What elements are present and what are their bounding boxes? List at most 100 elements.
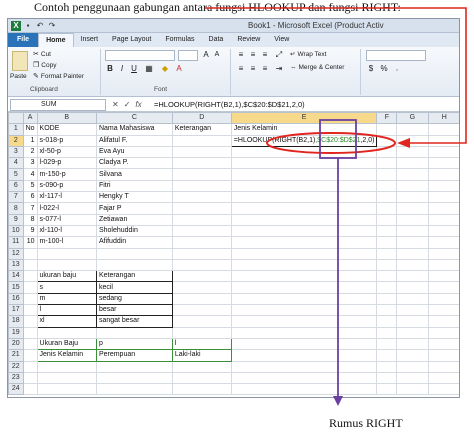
row-header[interactable]: 1 bbox=[8, 123, 24, 136]
cell-e13[interactable] bbox=[230, 258, 378, 272]
align-middle-icon[interactable]: ≡ bbox=[248, 50, 258, 60]
cell-a7[interactable]: 6 bbox=[22, 191, 38, 204]
cell-g18[interactable] bbox=[396, 315, 429, 328]
cell-a2[interactable]: 1 bbox=[22, 134, 38, 147]
cell-c9[interactable]: Zetiawan bbox=[95, 213, 173, 226]
cell-b23[interactable] bbox=[36, 371, 97, 385]
number-format-select[interactable] bbox=[366, 50, 426, 61]
tab-file[interactable]: File bbox=[8, 33, 39, 47]
cell-d21[interactable]: Laki-laki bbox=[171, 349, 232, 362]
cell-h19[interactable] bbox=[427, 326, 459, 339]
italic-button[interactable]: I bbox=[117, 64, 127, 74]
column-header-g[interactable]: G bbox=[396, 111, 429, 125]
row-header[interactable]: 14 bbox=[8, 270, 24, 283]
cell-c7[interactable]: Hengky T bbox=[95, 191, 173, 204]
cell-d10[interactable] bbox=[171, 224, 232, 238]
tab-page-layout[interactable]: Page Layout bbox=[105, 33, 158, 47]
enter-icon[interactable]: ✓ bbox=[124, 99, 131, 111]
row-header[interactable]: 4 bbox=[8, 157, 24, 170]
tab-review[interactable]: Review bbox=[230, 33, 267, 47]
cell-a10[interactable]: 9 bbox=[22, 224, 38, 238]
underline-button[interactable]: U bbox=[129, 64, 139, 74]
cell-c21[interactable]: Perempuan bbox=[95, 349, 173, 362]
cell-e21[interactable] bbox=[230, 349, 378, 362]
cell-f3[interactable] bbox=[376, 145, 398, 159]
cell-h1[interactable] bbox=[427, 123, 459, 136]
bold-button[interactable]: B bbox=[105, 64, 115, 74]
cell-c14[interactable]: Keterangan bbox=[95, 270, 173, 283]
cell-b18[interactable]: xl bbox=[36, 315, 97, 328]
cell-e4[interactable] bbox=[230, 157, 378, 170]
cell-d6[interactable] bbox=[171, 179, 232, 193]
cell-e19[interactable] bbox=[230, 326, 378, 339]
borders-icon[interactable]: ▦ bbox=[144, 64, 154, 74]
align-left-icon[interactable]: ≡ bbox=[236, 64, 246, 74]
cell-h9[interactable] bbox=[427, 213, 459, 226]
cell-h10[interactable] bbox=[427, 224, 459, 238]
cell-h6[interactable] bbox=[427, 179, 459, 193]
cell-f2[interactable] bbox=[376, 134, 398, 147]
cell-a20[interactable] bbox=[22, 337, 38, 351]
paste-icon[interactable] bbox=[12, 51, 28, 71]
cell-f5[interactable] bbox=[376, 168, 398, 181]
cell-d12[interactable] bbox=[171, 247, 232, 260]
cell-c4[interactable]: Cladya P. bbox=[95, 157, 173, 170]
cell-f19[interactable] bbox=[376, 326, 398, 339]
cell-a18[interactable] bbox=[22, 315, 38, 328]
cell-h11[interactable] bbox=[427, 236, 459, 249]
cell-b24[interactable] bbox=[36, 383, 97, 396]
cell-a11[interactable]: 10 bbox=[22, 236, 38, 249]
cell-d3[interactable] bbox=[171, 145, 232, 159]
cell-f23[interactable] bbox=[376, 371, 398, 385]
cell-d13[interactable] bbox=[171, 258, 232, 272]
font-size-select[interactable] bbox=[178, 50, 198, 61]
tab-insert[interactable]: Insert bbox=[74, 33, 106, 47]
cell-a22[interactable] bbox=[22, 360, 38, 373]
cell-h20[interactable] bbox=[427, 337, 459, 351]
cell-f22[interactable] bbox=[376, 360, 398, 373]
cell-b11[interactable]: m-100-l bbox=[36, 236, 97, 249]
cell-c6[interactable]: Fitri bbox=[95, 179, 173, 193]
cell-d5[interactable] bbox=[171, 168, 232, 181]
cell-e6[interactable] bbox=[230, 179, 378, 193]
cell-e9[interactable] bbox=[230, 213, 378, 226]
cut-button[interactable]: ✂ Cut bbox=[33, 50, 51, 59]
cell-e10[interactable] bbox=[230, 224, 378, 238]
cell-g19[interactable] bbox=[396, 326, 429, 339]
cell-g6[interactable] bbox=[396, 179, 429, 193]
indent-icon[interactable]: ⇥ bbox=[274, 64, 284, 74]
cell-a6[interactable]: 5 bbox=[22, 179, 38, 193]
cell-g9[interactable] bbox=[396, 213, 429, 226]
shrink-font-icon[interactable]: A bbox=[212, 50, 222, 60]
cell-f16[interactable] bbox=[376, 292, 398, 306]
cell-e17[interactable] bbox=[230, 304, 378, 317]
cell-b7[interactable]: xl-117-l bbox=[36, 191, 97, 204]
cell-d19[interactable] bbox=[171, 326, 232, 339]
cell-f7[interactable] bbox=[376, 191, 398, 204]
cell-h12[interactable] bbox=[427, 247, 459, 260]
cell-c19[interactable] bbox=[95, 326, 173, 339]
cell-c18[interactable]: sangat besar bbox=[95, 315, 173, 328]
column-header-b[interactable]: B bbox=[36, 111, 97, 125]
cell-h13[interactable] bbox=[427, 258, 459, 272]
cell-e22[interactable] bbox=[230, 360, 378, 373]
row-header[interactable]: 8 bbox=[8, 202, 24, 215]
row-header[interactable]: 7 bbox=[8, 191, 24, 204]
cell-h4[interactable] bbox=[427, 157, 459, 170]
cell-d14[interactable] bbox=[171, 270, 232, 283]
cell-h8[interactable] bbox=[427, 202, 459, 215]
cell-f1[interactable] bbox=[376, 123, 398, 136]
cell-b16[interactable]: m bbox=[36, 292, 97, 306]
select-all-corner[interactable] bbox=[8, 111, 24, 125]
row-header[interactable]: 16 bbox=[8, 292, 24, 306]
cell-e20[interactable] bbox=[230, 337, 378, 351]
cell-d23[interactable] bbox=[171, 371, 232, 385]
cell-h2[interactable] bbox=[427, 134, 459, 147]
cell-b9[interactable]: s-077-l bbox=[36, 213, 97, 226]
tab-view[interactable]: View bbox=[267, 33, 296, 47]
cell-e23[interactable] bbox=[230, 371, 378, 385]
cell-g1[interactable] bbox=[396, 123, 429, 136]
cell-d20[interactable]: l bbox=[171, 337, 232, 351]
cell-h21[interactable] bbox=[427, 349, 459, 362]
cell-b13[interactable] bbox=[36, 258, 97, 272]
